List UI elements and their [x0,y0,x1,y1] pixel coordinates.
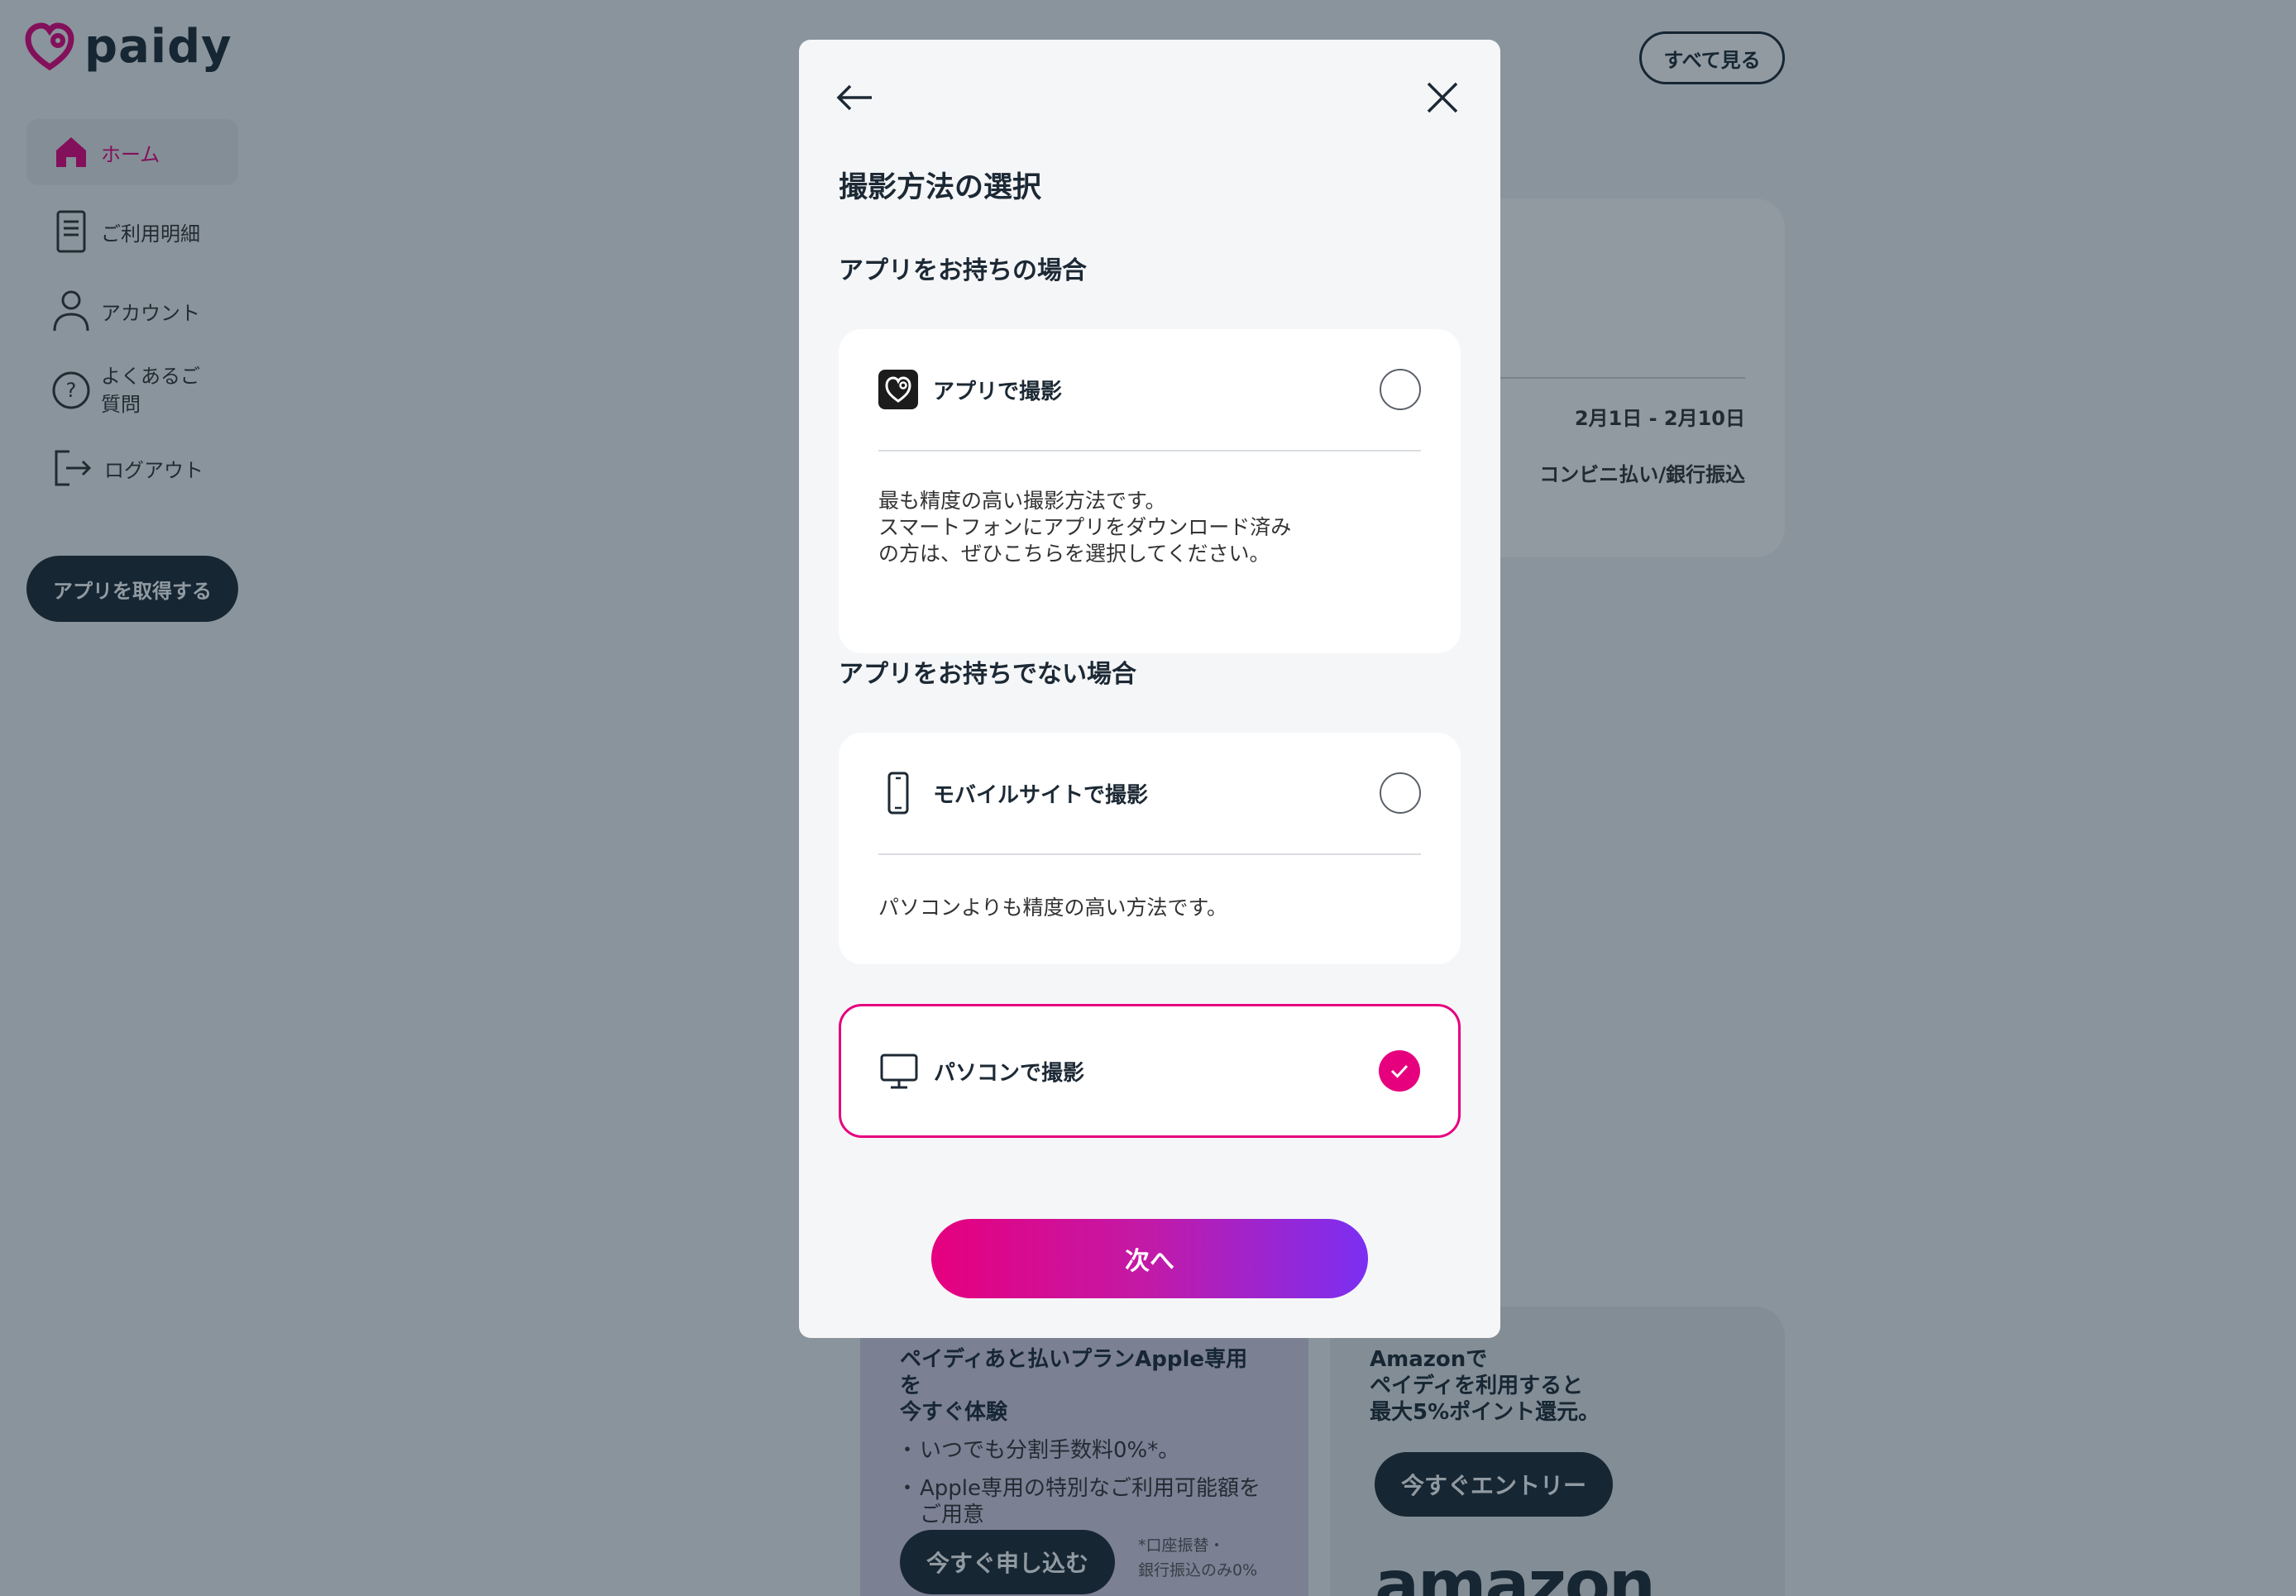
option-mobile-site[interactable]: モバイルサイトで撮影 パソコンよりも精度の高い方法です。 [839,733,1461,964]
back-button[interactable] [835,78,875,121]
option-label: モバイルサイトで撮影 [933,782,1149,808]
section-title-without-app: アプリをお持ちでない場合 [839,660,1136,689]
monitor-icon [880,1054,918,1089]
radio-checked[interactable] [1379,1050,1420,1092]
paidy-app-icon [878,370,918,409]
option-label: パソコンで撮影 [934,1060,1085,1086]
next-button[interactable]: 次へ [931,1219,1368,1298]
smartphone-icon [887,772,909,815]
capture-method-modal: 撮影方法の選択 アプリをお持ちの場合 アプリで撮影 最も精度の高い撮影方法です。… [799,40,1500,1338]
option-app[interactable]: アプリで撮影 最も精度の高い撮影方法です。 スマートフォンにアプリをダウンロード… [839,329,1461,653]
radio-unchecked[interactable] [1380,772,1421,814]
option-description: 最も精度の高い撮影方法です。 スマートフォンにアプリをダウンロード済み の方は、… [878,489,1292,566]
option-divider [878,853,1421,855]
close-icon [1427,82,1458,113]
radio-unchecked[interactable] [1380,369,1421,410]
close-button[interactable] [1426,81,1459,117]
check-icon [1390,1064,1409,1078]
option-divider [878,450,1421,452]
modal-title: 撮影方法の選択 [839,171,1042,204]
option-pc[interactable]: パソコンで撮影 [839,1004,1461,1138]
arrow-left-icon [836,84,872,111]
option-description: パソコンよりも精度の高い方法です。 [878,896,1228,920]
option-label: アプリで撮影 [933,379,1063,404]
section-title-with-app: アプリをお持ちの場合 [839,256,1087,285]
